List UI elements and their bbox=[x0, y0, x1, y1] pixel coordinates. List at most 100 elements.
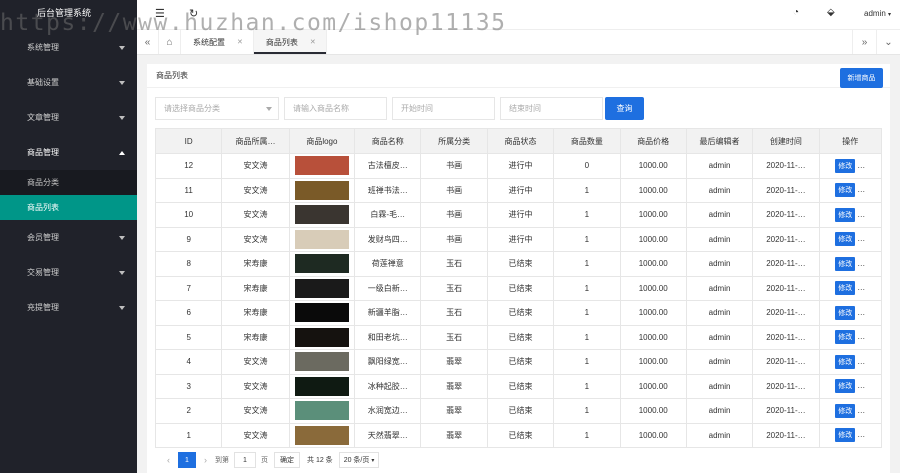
prev-page-icon[interactable]: ‹ bbox=[167, 455, 170, 465]
cell-price: 1000.00 bbox=[619, 349, 687, 375]
scroll-right-icon[interactable]: » bbox=[852, 30, 876, 54]
more-actions[interactable]: … bbox=[857, 259, 865, 268]
table-row: 12 安文涛 古法檀皮… 书画 进行中 0 1000.00 admin 2020-11-… 修改… bbox=[154, 153, 883, 179]
sidebar-submenu: 商品分类 商品列表 bbox=[0, 170, 137, 220]
sidebar-item-label: 基础设置 bbox=[27, 78, 59, 87]
cell-owner: 安文涛 bbox=[221, 177, 290, 203]
cell-name: 水润宽边… bbox=[354, 398, 422, 424]
more-actions[interactable]: … bbox=[857, 430, 865, 439]
close-icon[interactable]: ✕ bbox=[310, 38, 316, 46]
search-button[interactable]: 查询 bbox=[605, 97, 644, 120]
edit-button[interactable]: 修改 bbox=[835, 183, 856, 198]
more-actions[interactable]: … bbox=[857, 332, 865, 341]
more-actions[interactable]: … bbox=[857, 357, 865, 366]
close-icon[interactable]: ✕ bbox=[237, 38, 243, 46]
product-logo-image bbox=[294, 352, 349, 372]
user-menu[interactable]: admin ▾ bbox=[864, 9, 891, 18]
sidebar-item-4[interactable]: 会员管理 bbox=[0, 220, 137, 255]
cell-status: 进行中 bbox=[486, 226, 555, 252]
sidebar-item-6[interactable]: 充提管理 bbox=[0, 290, 137, 325]
next-page-icon[interactable]: › bbox=[204, 455, 207, 465]
product-name-input[interactable]: 请输入商品名称 bbox=[284, 97, 387, 120]
cell-created: 2020-11-… bbox=[752, 275, 820, 301]
chevron-down-icon: ▾ bbox=[888, 12, 892, 18]
cell-name: 一级白新… bbox=[354, 275, 422, 301]
edit-button[interactable]: 修改 bbox=[835, 256, 856, 271]
page-size-select[interactable]: 20 条/页 ▾ bbox=[338, 452, 380, 468]
username: admin bbox=[864, 9, 886, 18]
cell-editor: admin bbox=[685, 300, 754, 326]
cell-created: 2020-11-… bbox=[752, 324, 820, 350]
cell-logo bbox=[288, 226, 356, 252]
cell-price: 1000.00 bbox=[619, 373, 687, 399]
cell-logo bbox=[288, 251, 356, 277]
category-select[interactable]: 请选择商品分类 bbox=[155, 97, 279, 120]
end-time-input[interactable]: 结束时间 bbox=[500, 97, 603, 120]
cell-status: 进行中 bbox=[486, 153, 555, 179]
column-header: 操作 bbox=[818, 128, 883, 154]
cell-name: 冰种起胶… bbox=[354, 373, 422, 399]
goto-confirm-button[interactable]: 确定 bbox=[274, 452, 300, 468]
more-actions[interactable]: … bbox=[857, 381, 865, 390]
edit-button[interactable]: 修改 bbox=[835, 207, 856, 222]
cell-logo bbox=[288, 177, 356, 203]
edit-button[interactable]: 修改 bbox=[835, 158, 856, 173]
sidebar-item-2[interactable]: 文章管理 bbox=[0, 100, 137, 135]
cell-logo bbox=[288, 324, 356, 350]
sidebar-subitem-0[interactable]: 商品分类 bbox=[0, 170, 137, 195]
category-placeholder: 请选择商品分类 bbox=[164, 104, 220, 113]
more-actions[interactable]: … bbox=[857, 161, 865, 170]
edit-button[interactable]: 修改 bbox=[835, 232, 856, 247]
sidebar-item-3[interactable]: 商品管理 bbox=[0, 135, 137, 170]
more-actions[interactable]: … bbox=[857, 308, 865, 317]
product-table: ID 商品所属… 商品logo 商品名称 所属分类 商品状态 商品数量 商品价格 最后编辑者 创建… bbox=[154, 128, 883, 448]
column-header: 所属分类 bbox=[420, 128, 488, 154]
more-actions[interactable]: … bbox=[857, 210, 865, 219]
tag-icon[interactable]: ⬙ bbox=[827, 7, 835, 18]
more-actions[interactable]: … bbox=[857, 234, 865, 243]
page-size-value: 20 条/页 bbox=[343, 457, 370, 464]
more-actions[interactable]: … bbox=[857, 406, 865, 415]
table-row: 11 安文涛 班禅书法… 书画 进行中 1 1000.00 admin 2020-11-… 修改… bbox=[154, 177, 883, 203]
sidebar-item-label: 文章管理 bbox=[27, 113, 59, 122]
cell-editor: admin bbox=[685, 202, 754, 228]
add-product-button[interactable]: 新增商品 bbox=[840, 68, 883, 88]
cell-owner: 宋寿康 bbox=[221, 251, 290, 277]
cell-category: 翡翠 bbox=[420, 349, 488, 375]
cell-status: 已结束 bbox=[486, 275, 555, 301]
cell-status: 已结束 bbox=[486, 300, 555, 326]
more-actions[interactable]: … bbox=[857, 283, 865, 292]
edit-button[interactable]: 修改 bbox=[835, 281, 856, 296]
edit-button[interactable]: 修改 bbox=[835, 379, 856, 394]
cell-owner: 安文涛 bbox=[221, 398, 290, 424]
sidebar-subitem-1[interactable]: 商品列表 bbox=[0, 195, 137, 220]
cell-status: 已结束 bbox=[486, 398, 555, 424]
cell-category: 书画 bbox=[420, 226, 488, 252]
edit-button[interactable]: 修改 bbox=[835, 330, 856, 345]
theme-icon[interactable]: ◔ bbox=[793, 7, 799, 18]
chevron-down-icon bbox=[119, 235, 125, 240]
sidebar-item-1[interactable]: 基础设置 bbox=[0, 65, 137, 100]
cell-actions: 修改… bbox=[818, 349, 883, 375]
cell-editor: admin bbox=[685, 177, 754, 203]
edit-button[interactable]: 修改 bbox=[835, 305, 856, 320]
column-header: 商品logo bbox=[288, 128, 356, 154]
cell-status: 已结束 bbox=[486, 373, 555, 399]
cell-editor: admin bbox=[685, 324, 754, 350]
cell-owner: 宋寿康 bbox=[221, 275, 290, 301]
page-current[interactable]: 1 bbox=[178, 452, 196, 468]
cell-logo bbox=[288, 373, 356, 399]
cell-editor: admin bbox=[685, 398, 754, 424]
edit-button[interactable]: 修改 bbox=[835, 403, 856, 418]
cell-actions: 修改… bbox=[818, 251, 883, 277]
start-time-input[interactable]: 开始时间 bbox=[392, 97, 495, 120]
edit-button[interactable]: 修改 bbox=[835, 354, 856, 369]
sidebar-item-5[interactable]: 交易管理 bbox=[0, 255, 137, 290]
more-actions[interactable]: … bbox=[857, 185, 865, 194]
cell-qty: 1 bbox=[553, 422, 621, 448]
cell-actions: 修改… bbox=[818, 398, 883, 424]
cell-category: 书画 bbox=[420, 153, 488, 179]
goto-page-input[interactable]: 1 bbox=[234, 452, 256, 468]
edit-button[interactable]: 修改 bbox=[835, 428, 856, 443]
chevron-down-icon[interactable]: ⌄ bbox=[876, 30, 900, 54]
